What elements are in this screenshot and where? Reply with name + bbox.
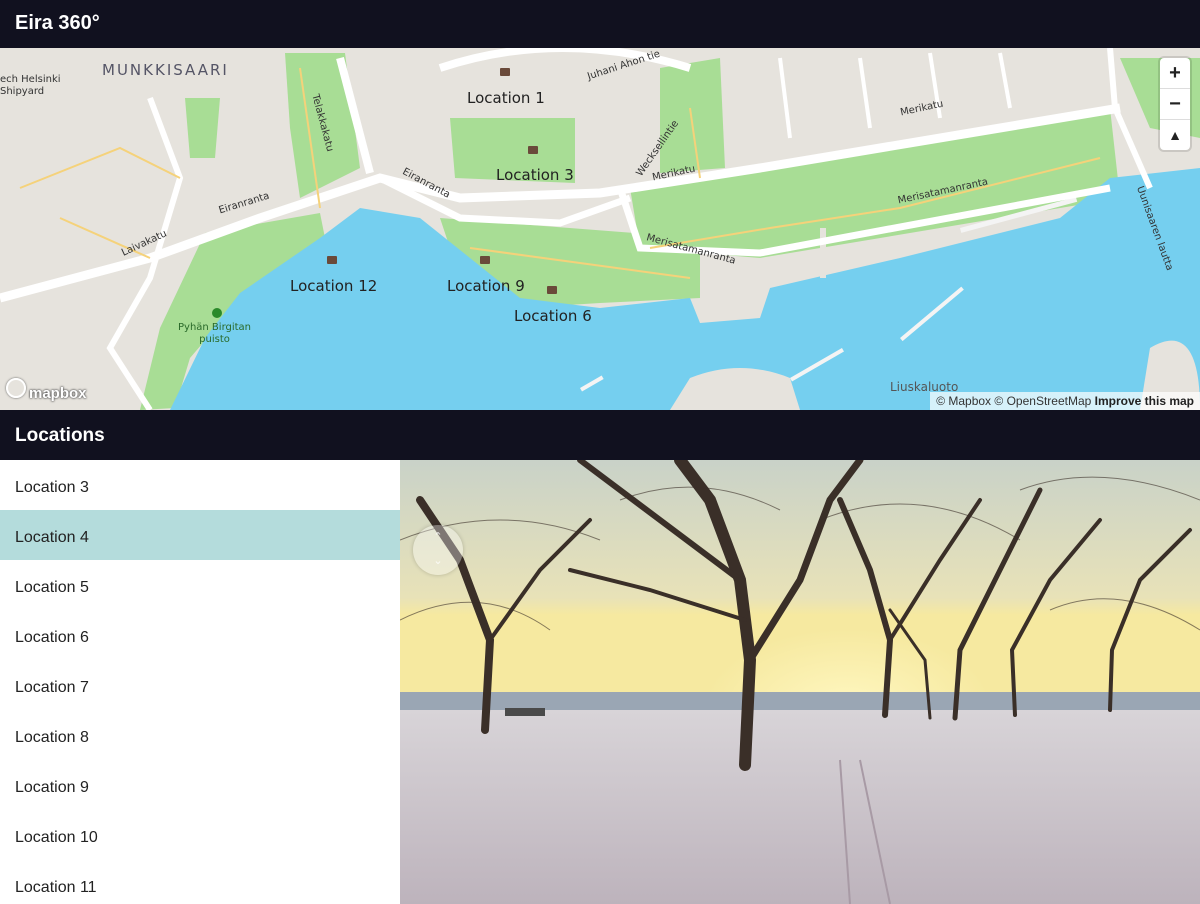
map-marker-label[interactable]: Location 6 — [514, 307, 592, 325]
map-view[interactable]: MUNKKISAARI ech Helsinki Shipyard Pyhän … — [0, 48, 1200, 410]
park-label: Pyhän Birgitan puisto — [178, 322, 252, 345]
map-attribution: © Mapbox © OpenStreetMap Improve this ma… — [930, 392, 1200, 410]
map-zoom-controls: + − ▲ — [1160, 58, 1190, 150]
map-marker-label[interactable]: Location 1 — [467, 89, 545, 107]
district-label: MUNKKISAARI — [102, 61, 229, 79]
mapbox-icon — [6, 378, 26, 398]
location-list-item[interactable]: Location 7 — [0, 660, 400, 710]
compass-rose-icon: ⌃ ⌄ — [433, 531, 443, 567]
zoom-in-button[interactable]: + — [1160, 58, 1190, 89]
locations-title: Locations — [15, 425, 105, 446]
location-list-item-active[interactable]: Location 4 — [0, 510, 400, 560]
app-header: Eira 360° — [0, 0, 1200, 48]
location-list-item[interactable]: Location 5 — [0, 560, 400, 610]
location-list-item[interactable]: Location 6 — [0, 610, 400, 660]
map-marker-label[interactable]: Location 12 — [290, 277, 377, 295]
improve-map-link[interactable]: Improve this map — [1095, 394, 1194, 408]
location-list-item[interactable]: Location 9 — [0, 760, 400, 810]
attribution-mapbox-link[interactable]: © Mapbox — [936, 394, 991, 408]
locations-list[interactable]: Location 3 Location 4 Location 5 Locatio… — [0, 460, 400, 904]
panorama-compass-control[interactable]: ⌃ ⌄ — [413, 525, 463, 575]
compass-reset-button[interactable]: ▲ — [1160, 120, 1190, 150]
location-list-item[interactable]: Location 10 — [0, 810, 400, 860]
mapbox-logo[interactable]: mapbox — [6, 378, 87, 402]
location-list-item[interactable]: Location 11 — [0, 860, 400, 904]
zoom-out-button[interactable]: − — [1160, 89, 1190, 120]
panorama-viewer[interactable]: ⌃ ⌄ — [400, 460, 1200, 904]
location-list-item[interactable]: Location 3 — [0, 460, 400, 510]
panorama-image[interactable] — [400, 460, 1200, 904]
location-list-item[interactable]: Location 8 — [0, 710, 400, 760]
attribution-osm-link[interactable]: © OpenStreetMap — [994, 394, 1091, 408]
app-title: Eira 360° — [15, 12, 100, 34]
map-marker-label[interactable]: Location 3 — [496, 166, 574, 184]
locations-header: Locations — [0, 410, 1200, 460]
shipyard-label: ech Helsinki Shipyard — [0, 74, 61, 97]
map-canvas[interactable] — [0, 48, 1200, 410]
map-marker-label[interactable]: Location 9 — [447, 277, 525, 295]
